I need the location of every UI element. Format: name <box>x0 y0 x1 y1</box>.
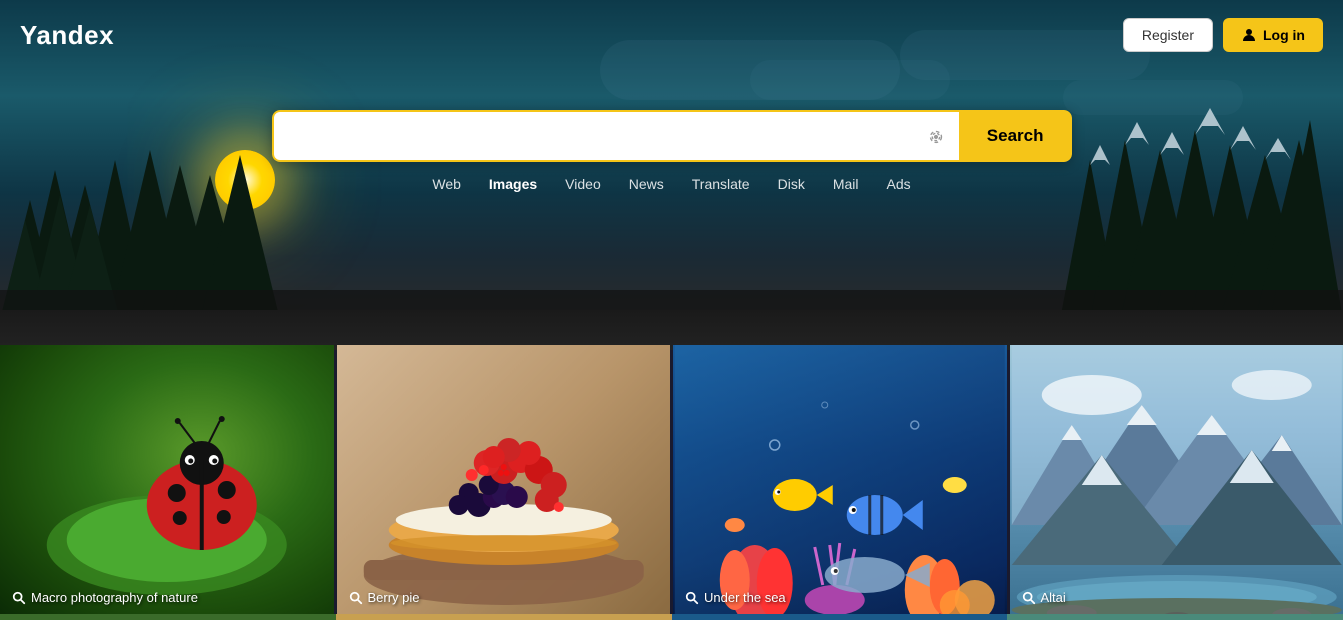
search-icon <box>349 591 363 605</box>
nav-disk[interactable]: Disk <box>778 176 805 192</box>
search-area: Search Web Images Video News Translate D… <box>272 110 1072 192</box>
gallery-image-altai <box>1010 345 1343 617</box>
nav-web[interactable]: Web <box>432 176 461 192</box>
register-button[interactable]: Register <box>1123 18 1213 52</box>
gallery-caption-altai: Altai <box>1022 590 1066 605</box>
mountains-illustration <box>1010 345 1343 617</box>
bottom-strip <box>0 614 1343 620</box>
search-icon <box>12 591 26 605</box>
search-button[interactable]: Search <box>959 110 1072 162</box>
caption-text: Macro photography of nature <box>31 590 198 605</box>
caption-text: Altai <box>1041 590 1066 605</box>
dark-band <box>0 310 1343 350</box>
gallery-item-ladybug[interactable]: Macro photography of nature <box>0 345 334 617</box>
nav-links: Web Images Video News Translate Disk Mai… <box>432 176 910 192</box>
sea-illustration <box>673 345 1007 617</box>
bottom-strip-item <box>336 614 672 620</box>
pie-illustration <box>337 345 671 617</box>
bottom-strip-item <box>0 614 336 620</box>
gallery-caption-ladybug: Macro photography of nature <box>12 590 198 605</box>
gallery-image-pie <box>337 345 671 617</box>
gallery-item-pie[interactable]: Berry pie <box>337 345 671 617</box>
camera-icon <box>925 125 947 147</box>
gallery: Macro photography of nature <box>0 345 1343 617</box>
bottom-strip-item <box>672 614 1008 620</box>
nav-ads[interactable]: Ads <box>887 176 911 192</box>
caption-text: Under the sea <box>704 590 786 605</box>
nav-news[interactable]: News <box>629 176 664 192</box>
logo: Yandex <box>20 20 114 51</box>
gallery-caption-sea: Under the sea <box>685 590 786 605</box>
user-icon <box>1241 27 1257 43</box>
gallery-image-sea <box>673 345 1007 617</box>
login-label: Log in <box>1263 27 1305 43</box>
nav-mail[interactable]: Mail <box>833 176 859 192</box>
login-button[interactable]: Log in <box>1223 18 1323 52</box>
camera-search-button[interactable] <box>913 110 959 162</box>
ladybug-illustration <box>0 345 334 617</box>
header-buttons: Register Log in <box>1123 18 1323 52</box>
logo-text: Yandex <box>20 20 114 50</box>
nav-video[interactable]: Video <box>565 176 601 192</box>
search-icon <box>1022 591 1036 605</box>
caption-text: Berry pie <box>368 590 420 605</box>
gallery-item-altai[interactable]: Altai <box>1010 345 1343 617</box>
search-input[interactable] <box>272 110 913 162</box>
search-icon <box>685 591 699 605</box>
gallery-image-ladybug <box>0 345 334 617</box>
nav-translate[interactable]: Translate <box>692 176 750 192</box>
search-box: Search <box>272 110 1072 162</box>
gallery-caption-pie: Berry pie <box>349 590 420 605</box>
bottom-strip-item <box>1007 614 1343 620</box>
nav-images[interactable]: Images <box>489 176 537 192</box>
header: Yandex Register Log in <box>0 0 1343 70</box>
gallery-item-sea[interactable]: Under the sea <box>673 345 1007 617</box>
